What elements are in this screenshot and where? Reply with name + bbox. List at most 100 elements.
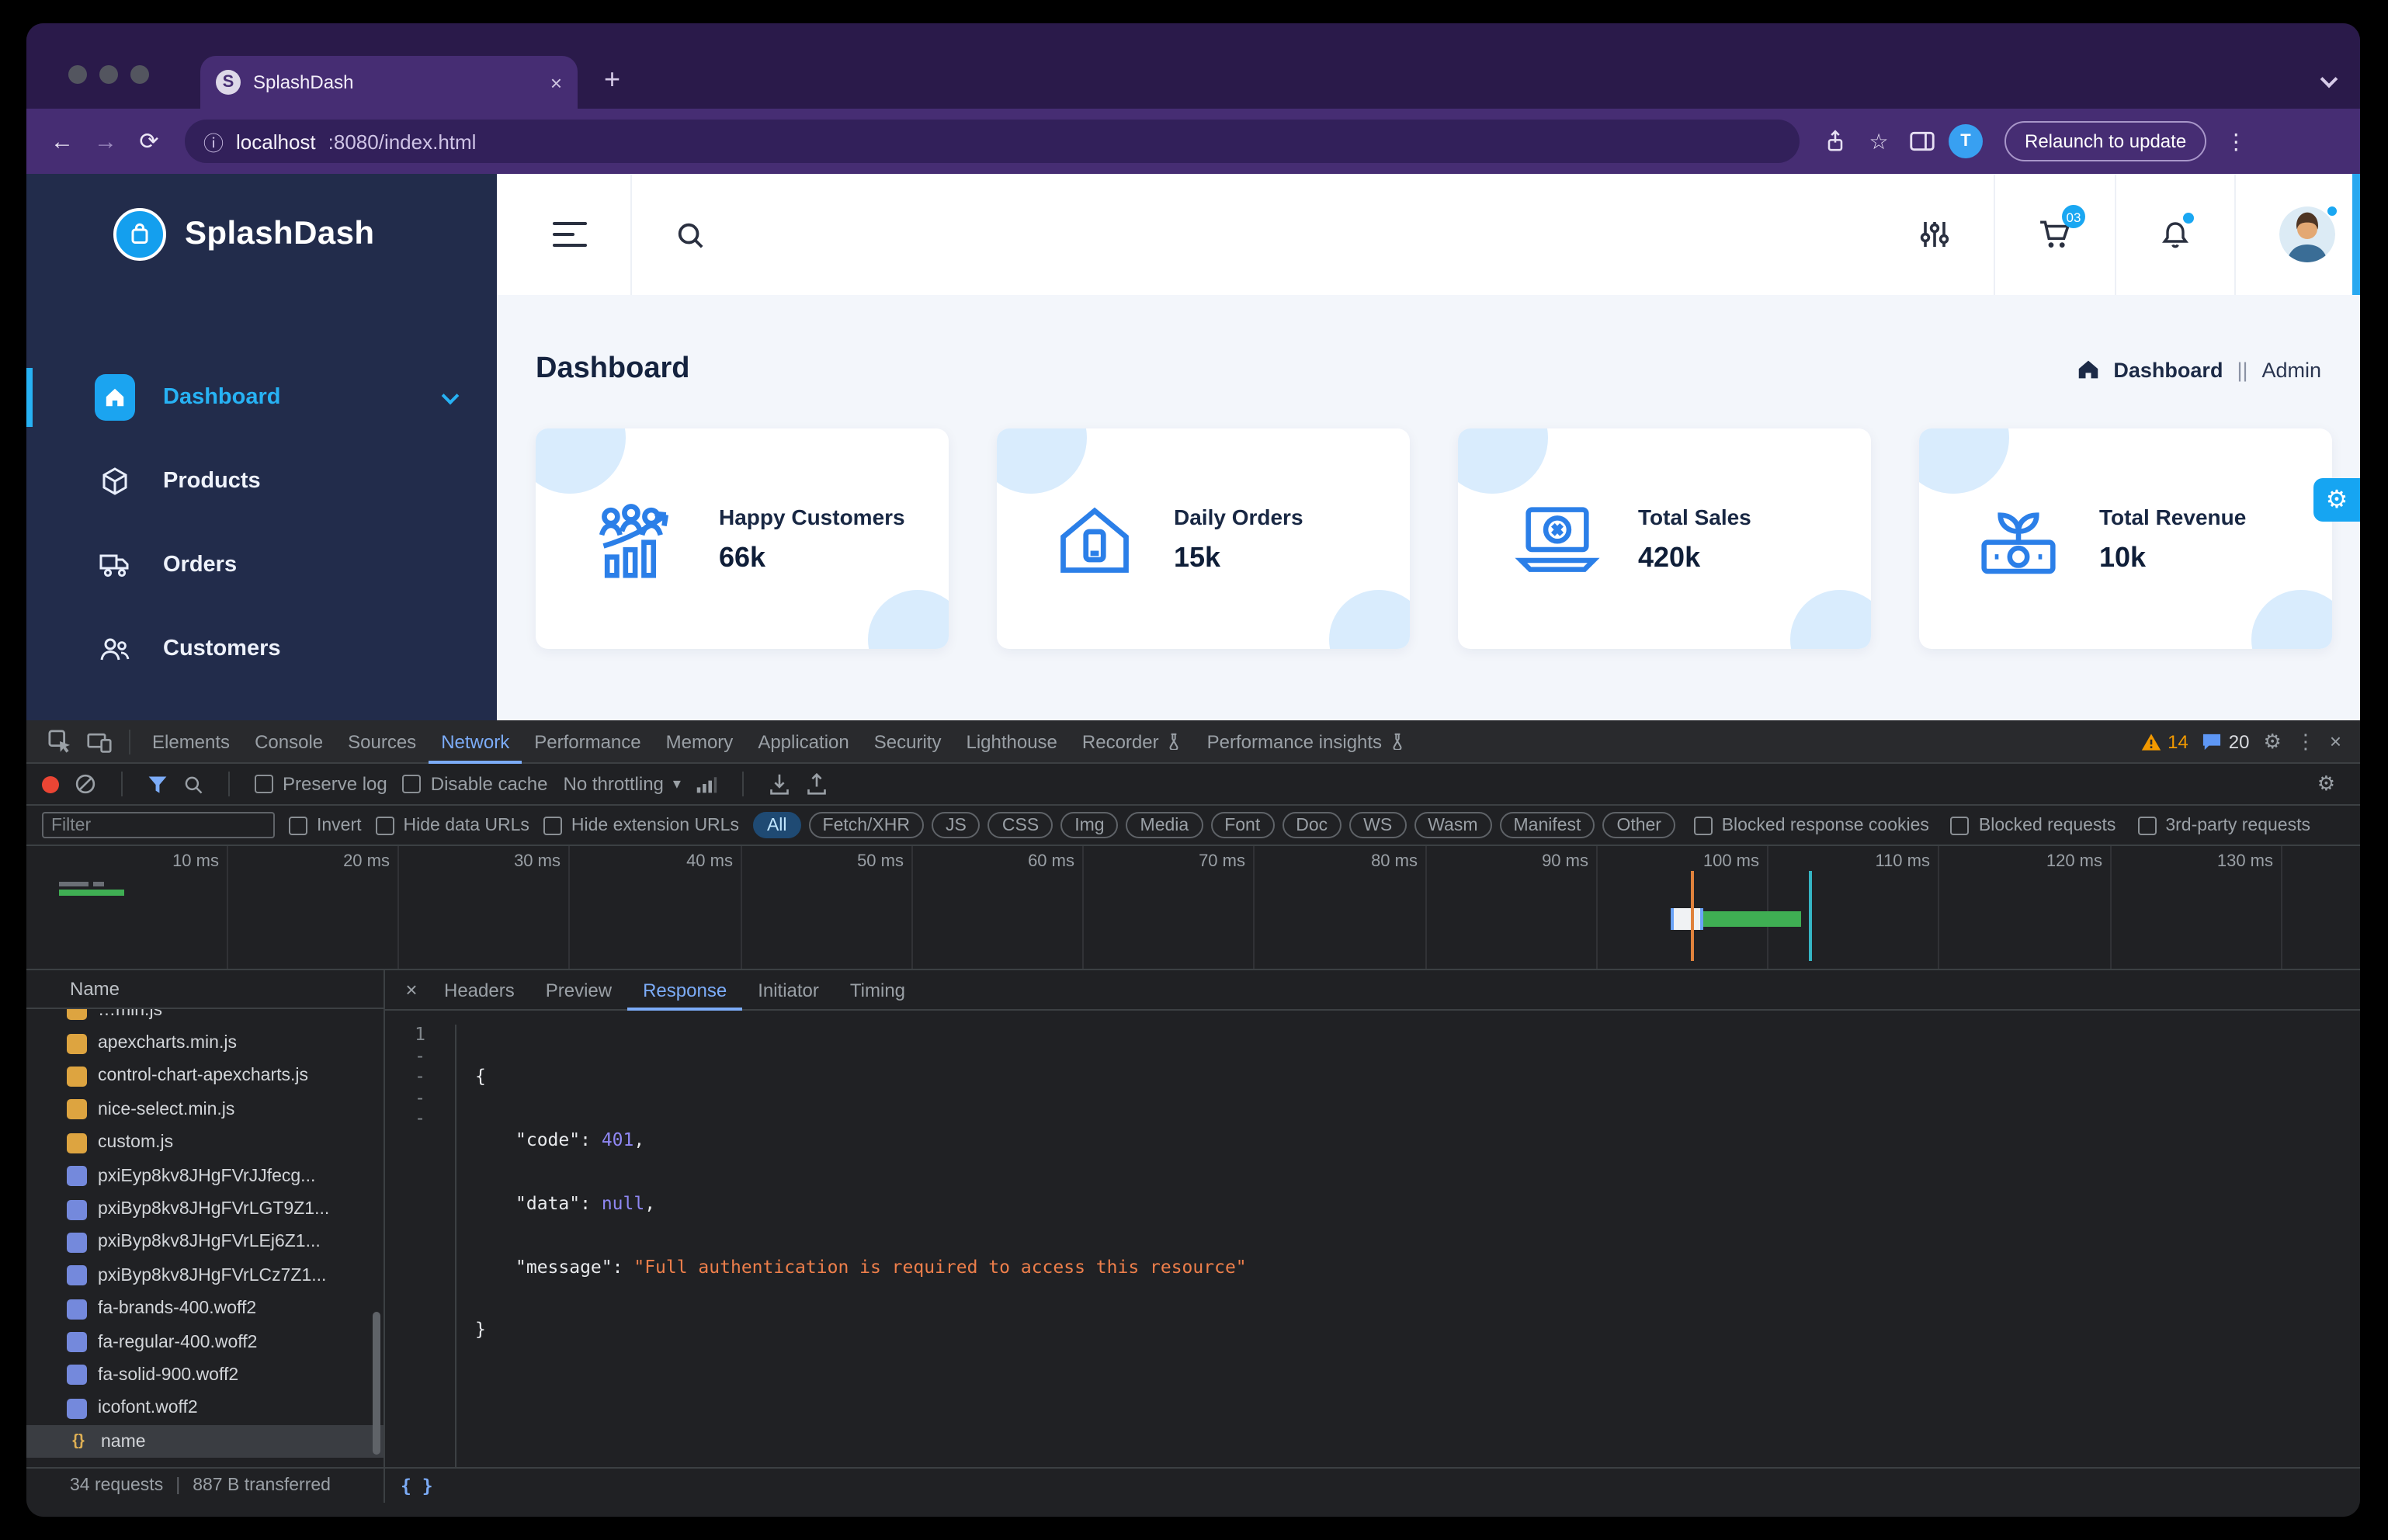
preserve-log-checkbox[interactable]: Preserve log	[255, 773, 387, 795]
forward-button[interactable]: →	[89, 128, 123, 154]
filter-pill-img[interactable]: Img	[1060, 812, 1119, 838]
share-icon[interactable]	[1818, 129, 1852, 154]
throttling-dropdown[interactable]: No throttling ▾	[564, 773, 681, 795]
browser-tab[interactable]: S SplashDash ×	[200, 56, 578, 109]
devtools-tab-application[interactable]: Application	[745, 720, 861, 763]
request-row[interactable]: nice-select.min.js	[26, 1093, 384, 1126]
tab-search-chevron-icon[interactable]	[2320, 70, 2338, 88]
filter-pill-wasm[interactable]: Wasm	[1414, 812, 1492, 838]
disable-cache-checkbox[interactable]: Disable cache	[402, 773, 548, 795]
sidebar-item-customers[interactable]: Customers	[26, 607, 497, 691]
network-settings-gear-icon[interactable]: ⚙	[2317, 772, 2345, 796]
request-row[interactable]: fa-solid-900.woff2	[26, 1359, 384, 1393]
traffic-light-zoom[interactable]	[130, 65, 149, 84]
back-button[interactable]: ←	[45, 128, 79, 154]
blocked-requests-checkbox[interactable]: Blocked requests	[1950, 816, 2116, 834]
pretty-print-button[interactable]: { }	[385, 1474, 433, 1496]
devtools-settings-gear-icon[interactable]: ⚙	[2264, 729, 2282, 754]
devtools-tab-security[interactable]: Security	[862, 720, 954, 763]
detail-tab-timing[interactable]: Timing	[835, 969, 921, 1010]
hide-extension-urls-checkbox[interactable]: Hide extension URLs	[543, 816, 739, 834]
devtools-close-icon[interactable]: ×	[2330, 730, 2341, 753]
detail-tab-response[interactable]: Response	[627, 969, 742, 1010]
filter-pill-all[interactable]: All	[752, 812, 801, 838]
request-row[interactable]: custom.js	[26, 1126, 384, 1160]
filter-pill-js[interactable]: JS	[932, 812, 981, 838]
request-row[interactable]: pxiByp8kv8JHgFVrLCz7Z1...	[26, 1259, 384, 1292]
request-row[interactable]: control-chart-apexcharts.js	[26, 1060, 384, 1094]
request-row[interactable]: pxiByp8kv8JHgFVrLGT9Z1...	[26, 1193, 384, 1226]
devtools-tab-elements[interactable]: Elements	[140, 720, 242, 763]
reload-button[interactable]: ⟳	[132, 127, 166, 155]
network-conditions-icon[interactable]	[696, 775, 718, 793]
breadcrumb-dashboard[interactable]: Dashboard	[2113, 358, 2223, 381]
invert-checkbox[interactable]: Invert	[289, 816, 362, 834]
profile-avatar[interactable]: T	[1949, 124, 1983, 158]
bookmark-star-icon[interactable]: ☆	[1862, 128, 1896, 154]
filter-pill-media[interactable]: Media	[1126, 812, 1203, 838]
devtools-tab-console[interactable]: Console	[242, 720, 335, 763]
notifications-bell-icon[interactable]	[2160, 212, 2194, 251]
devtools-tab-sources[interactable]: Sources	[335, 720, 429, 763]
detail-tab-preview[interactable]: Preview	[530, 969, 627, 1010]
sidebar-item-dashboard[interactable]: Dashboard	[26, 356, 497, 439]
devtools-tab-recorder[interactable]: Recorder	[1070, 720, 1195, 763]
devtools-tab-lighthouse[interactable]: Lighthouse	[953, 720, 1069, 763]
request-row[interactable]: fa-regular-400.woff2	[26, 1326, 384, 1359]
devtools-tab-memory[interactable]: Memory	[654, 720, 746, 763]
response-body[interactable]: 1 - - - - { "code": 401, "data": null, "…	[385, 1011, 2360, 1467]
network-filter-input[interactable]	[42, 812, 275, 838]
app-logo[interactable]: SplashDash	[26, 174, 497, 295]
hamburger-menu-icon[interactable]	[553, 221, 587, 248]
devtools-menu-kebab-icon[interactable]: ⋮	[2296, 729, 2316, 754]
export-har-icon[interactable]	[807, 773, 828, 795]
traffic-light-minimize[interactable]	[99, 65, 118, 84]
request-row[interactable]: pxiByp8kv8JHgFVrLEj6Z1...	[26, 1226, 384, 1259]
request-row[interactable]: apexcharts.min.js	[26, 1027, 384, 1060]
requests-scrollbar[interactable]	[373, 1312, 380, 1455]
filter-pill-fetch-xhr[interactable]: Fetch/XHR	[808, 812, 925, 838]
user-avatar[interactable]	[2279, 205, 2338, 262]
filter-pill-other[interactable]: Other	[1602, 812, 1675, 838]
issues-counter[interactable]: 20	[2202, 730, 2250, 752]
relaunch-update-button[interactable]: Relaunch to update	[2004, 121, 2207, 161]
request-row[interactable]: icofont.woff2	[26, 1392, 384, 1425]
filter-pill-doc[interactable]: Doc	[1282, 812, 1342, 838]
devtools-tab-network[interactable]: Network	[429, 720, 522, 763]
request-row-selected[interactable]: {} name	[26, 1425, 384, 1458]
filter-pill-css[interactable]: CSS	[987, 812, 1053, 838]
request-row[interactable]: pxiEyp8kv8JHgFVrJJfecg...	[26, 1160, 384, 1193]
record-network-log-button[interactable]	[42, 775, 59, 793]
site-info-icon[interactable]: ⓘ	[203, 127, 224, 156]
cart-icon[interactable]: 03	[2039, 205, 2085, 250]
detail-close-icon[interactable]: ×	[394, 978, 429, 1001]
network-overview-timeline[interactable]: 10 ms 20 ms 30 ms 40 ms 50 ms 60 ms 70 m…	[26, 846, 2360, 970]
devtools-tab-performance[interactable]: Performance	[522, 720, 653, 763]
device-toolbar-icon[interactable]	[79, 730, 120, 752]
request-row[interactable]: fa-brands-400.woff2	[26, 1292, 384, 1326]
requests-name-column-header[interactable]: Name	[26, 970, 384, 1009]
settings-gear-button[interactable]: ⚙	[2313, 478, 2360, 522]
import-har-icon[interactable]	[769, 773, 791, 795]
clear-network-log-icon[interactable]	[75, 773, 96, 795]
new-tab-button[interactable]: +	[604, 64, 620, 96]
side-panel-icon[interactable]	[1905, 130, 1939, 152]
filter-pill-font[interactable]: Font	[1210, 812, 1275, 838]
detail-tab-headers[interactable]: Headers	[429, 969, 530, 1010]
devtools-tab-performance-insights[interactable]: Performance insights	[1195, 720, 1418, 763]
network-search-icon[interactable]	[183, 774, 203, 794]
request-row[interactable]: …min.js	[26, 1009, 384, 1027]
sidebar-item-products[interactable]: Products	[26, 439, 497, 523]
inspect-element-icon[interactable]	[39, 730, 79, 753]
filter-sliders-icon[interactable]	[1919, 219, 1950, 250]
address-bar[interactable]: ⓘ localhost:8080/index.html	[185, 120, 1800, 163]
browser-menu-icon[interactable]: ⋮	[2225, 128, 2247, 154]
filter-pill-manifest[interactable]: Manifest	[1499, 812, 1595, 838]
detail-tab-initiator[interactable]: Initiator	[742, 969, 835, 1010]
filter-pill-ws[interactable]: WS	[1349, 812, 1407, 838]
traffic-light-close[interactable]	[68, 65, 87, 84]
filter-funnel-icon[interactable]	[148, 774, 168, 794]
search-icon[interactable]	[675, 220, 705, 249]
sidebar-item-orders[interactable]: Orders	[26, 523, 497, 607]
hide-data-urls-checkbox[interactable]: Hide data URLs	[375, 816, 529, 834]
